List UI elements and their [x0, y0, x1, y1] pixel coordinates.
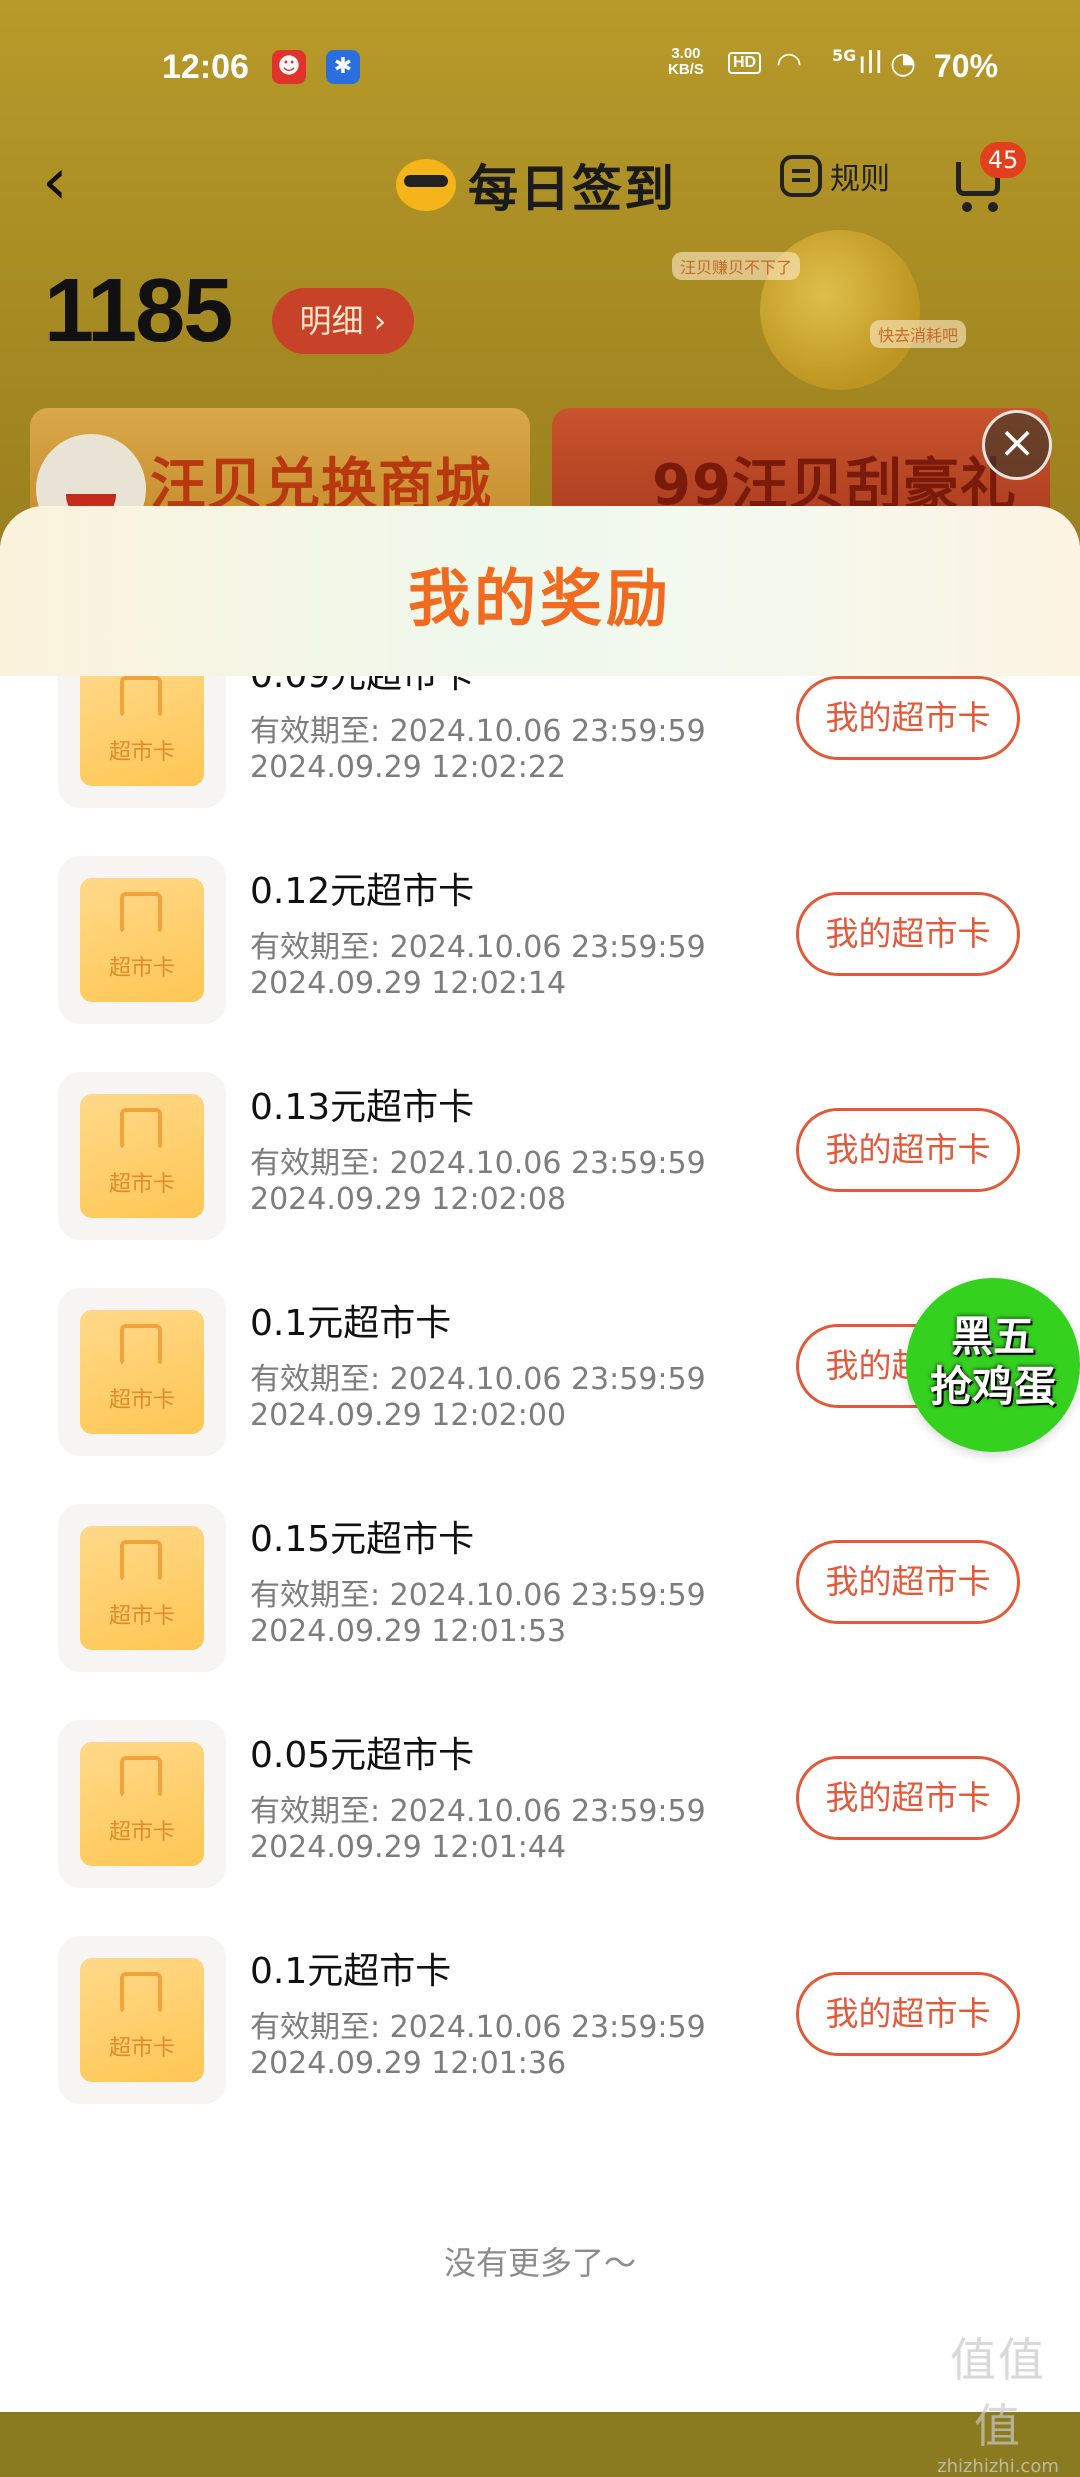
card-thumb-label: 超市卡 [108, 740, 175, 765]
reward-list[interactable]: 超市卡 0.09元超市卡 有效期至: 2024.10.06 23:59:59 2… [0, 676, 1080, 2196]
supermarket-card-thumbnail: 超市卡 [58, 856, 226, 1024]
card-logo-icon [120, 892, 162, 934]
reward-time: 2024.09.29 12:02:22 [250, 750, 567, 785]
my-card-button[interactable]: 我的超市卡 [796, 1108, 1020, 1192]
list-item: 超市卡 0.15元超市卡 有效期至: 2024.10.06 23:59:59 2… [0, 1504, 1080, 1684]
reward-expiry: 有效期至: 2024.10.06 23:59:59 [250, 2010, 706, 2045]
reward-expiry: 有效期至: 2024.10.06 23:59:59 [250, 1794, 706, 1829]
reward-time: 2024.09.29 12:01:36 [250, 2046, 567, 2081]
reward-name: 0.1元超市卡 [250, 1303, 452, 1344]
rewards-sheet-header: 我的奖励 [0, 506, 1080, 676]
site-watermark: 值值值 zhizhizhi.com [928, 2324, 1068, 2477]
supermarket-card-thumbnail: 超市卡 [58, 676, 226, 808]
reward-name: 0.15元超市卡 [250, 1519, 475, 1560]
card-logo-icon [120, 1108, 162, 1150]
my-card-button[interactable]: 我的超市卡 [796, 892, 1020, 976]
app-notification-icon: ☻ [272, 50, 306, 84]
watermark-logo: 值值值 [950, 2333, 1046, 2453]
supermarket-card-thumbnail: 超市卡 [58, 1072, 226, 1240]
card-thumb-label: 超市卡 [108, 1172, 175, 1197]
reward-name: 0.1元超市卡 [250, 1951, 452, 1992]
network-speed: 3.00 KB/S [668, 45, 704, 78]
coin-note-top: 汪贝赚贝不下了 [672, 252, 801, 280]
reward-time: 2024.09.29 12:02:00 [250, 1398, 567, 1433]
card-thumb-label: 超市卡 [108, 1388, 175, 1413]
list-item: 超市卡 0.12元超市卡 有效期至: 2024.10.06 23:59:59 2… [0, 856, 1080, 1036]
card-thumb-label: 超市卡 [108, 2036, 175, 2061]
mascot-icon [396, 159, 456, 211]
supermarket-card-thumbnail: 超市卡 [58, 1504, 226, 1672]
supermarket-card-thumbnail: 超市卡 [58, 1288, 226, 1456]
reward-expiry: 有效期至: 2024.10.06 23:59:59 [250, 1578, 706, 1613]
card-thumb-label: 超市卡 [108, 1820, 175, 1845]
reward-time: 2024.09.29 12:01:53 [250, 1614, 567, 1649]
rules-label: 规则 [830, 162, 890, 197]
reward-name: 0.05元超市卡 [250, 1735, 475, 1776]
background-page: 12:06 ☻ ✱ 3.00 KB/S HD ◠ 5G ıll ◔ 70% ‹ … [0, 0, 1080, 560]
rewards-sheet-title: 我的奖励 [407, 562, 672, 635]
close-icon[interactable]: × [982, 410, 1052, 480]
promo-line-1: 黑五 [950, 1312, 1035, 1361]
points-detail-button[interactable]: 明细 › [272, 288, 414, 354]
card-thumb-label: 超市卡 [108, 956, 175, 981]
reward-expiry: 有效期至: 2024.10.06 23:59:59 [250, 714, 706, 749]
points-balance: 1185 [44, 261, 233, 361]
reward-expiry: 有效期至: 2024.10.06 23:59:59 [250, 1362, 706, 1397]
list-end-text: 没有更多了～ [443, 2244, 636, 2282]
list-item: 超市卡 0.09元超市卡 有效期至: 2024.10.06 23:59:59 2… [0, 676, 1080, 820]
black-friday-promo-button[interactable]: 黑五 抢鸡蛋 [906, 1278, 1080, 1452]
reward-expiry: 有效期至: 2024.10.06 23:59:59 [250, 930, 706, 965]
battery-percent: 70% [934, 48, 999, 84]
reward-time: 2024.09.29 12:02:14 [250, 966, 567, 1001]
list-item: 超市卡 0.1元超市卡 有效期至: 2024.10.06 23:59:59 20… [0, 1936, 1080, 2116]
coin-note-bottom: 快去消耗吧 [870, 320, 967, 348]
supermarket-card-thumbnail: 超市卡 [58, 1720, 226, 1888]
reward-name: 0.13元超市卡 [250, 1087, 475, 1128]
card-thumb-label: 超市卡 [108, 1604, 175, 1629]
message-notification-icon: ✱ [326, 50, 360, 84]
rules-icon [780, 155, 822, 197]
list-item: 超市卡 0.13元超市卡 有效期至: 2024.10.06 23:59:59 2… [0, 1072, 1080, 1252]
status-bar: 12:06 ☻ ✱ 3.00 KB/S HD ◠ 5G ıll ◔ 70% [0, 40, 1080, 100]
wifi-icon: ◠ [776, 46, 803, 81]
my-card-button[interactable]: 我的超市卡 [796, 676, 1020, 760]
supermarket-card-thumbnail: 超市卡 [58, 1936, 226, 2104]
signal-bars-icon: ıll [858, 46, 884, 81]
rules-button[interactable]: 规则 [780, 154, 890, 198]
hd-badge: HD [728, 52, 762, 74]
page-title: 每日签到 [468, 160, 676, 218]
cart-count-badge: 45 [980, 142, 1026, 178]
reward-time: 2024.09.29 12:02:08 [250, 1182, 567, 1217]
list-item: 超市卡 0.05元超市卡 有效期至: 2024.10.06 23:59:59 2… [0, 1720, 1080, 1900]
page-title-group: 每日签到 [396, 150, 676, 220]
watermark-url: zhizhizhi.com [937, 2456, 1059, 2477]
reward-time: 2024.09.29 12:01:44 [250, 1830, 567, 1865]
reward-name: 0.12元超市卡 [250, 871, 475, 912]
my-card-button[interactable]: 我的超市卡 [796, 1972, 1020, 2056]
promo-line-2: 抢鸡蛋 [929, 1362, 1056, 1411]
back-icon[interactable]: ‹ [42, 150, 68, 214]
battery-ring-icon: ◔ [890, 46, 917, 81]
status-time: 12:06 [162, 48, 249, 86]
top-nav: ‹ 每日签到 规则 45 [0, 140, 1080, 240]
reward-name: 0.09元超市卡 [250, 676, 474, 698]
card-logo-icon [120, 1540, 162, 1582]
card-logo-icon [120, 1972, 162, 2014]
card-logo-icon [120, 1756, 162, 1798]
rewards-sheet: 我的奖励 超市卡 0.09元超市卡 有效期至: 2024.10.06 23:59… [0, 506, 1080, 2412]
signal-icon: 5G [832, 46, 857, 65]
reward-expiry: 有效期至: 2024.10.06 23:59:59 [250, 1146, 706, 1181]
card-logo-icon [120, 1324, 162, 1366]
card-logo-icon [120, 676, 162, 718]
my-card-button[interactable]: 我的超市卡 [796, 1540, 1020, 1624]
my-card-button[interactable]: 我的超市卡 [796, 1756, 1020, 1840]
